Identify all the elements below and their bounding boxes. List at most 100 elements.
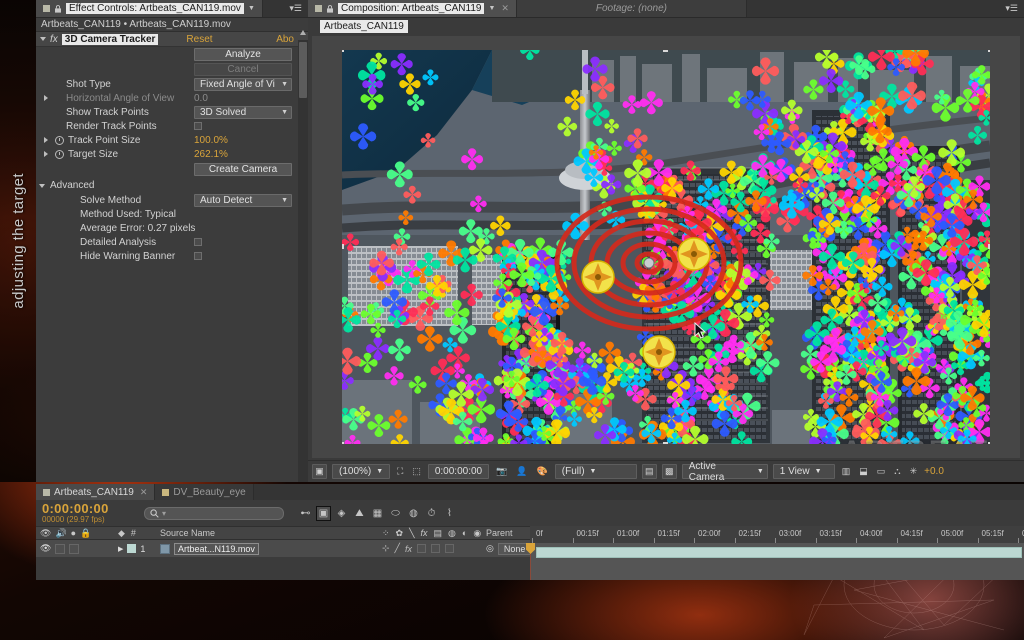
layer-switch-box[interactable] [416, 544, 426, 553]
toggle-mask-paths-icon[interactable]: ⬚ [410, 464, 423, 479]
parent-pickwhip-icon[interactable]: ◎ [486, 543, 494, 554]
disclosure-triangle-icon[interactable] [44, 95, 48, 101]
panel-menu-icon[interactable]: ▾☰ [999, 0, 1024, 17]
tab-timeline-artbeats[interactable]: Artbeats_CAN119 ✕ [36, 484, 156, 500]
comp-flowchart-icon[interactable]: ⛬ [892, 464, 902, 479]
layer-video-toggle[interactable]: 👁 [40, 543, 51, 554]
layer-solo-toggle[interactable] [69, 543, 80, 554]
selection-handle[interactable] [342, 244, 344, 249]
lock-switch-icon[interactable]: 🔒 [80, 528, 91, 539]
track-point-size-value[interactable]: 100.0% [194, 135, 228, 146]
disclosure-triangle-icon[interactable] [44, 151, 48, 157]
layer-switch-box[interactable] [444, 544, 454, 553]
timeline-graph-area[interactable] [526, 543, 1024, 580]
show-snapshot-icon[interactable]: 👤 [514, 464, 529, 479]
tab-composition[interactable]: Composition: Artbeats_CAN119 ▼ ✕ [308, 0, 517, 17]
selection-handle[interactable] [663, 442, 668, 444]
always-preview-icon[interactable]: ▣ [312, 464, 327, 479]
timeline-current-time[interactable]: 0:00:00:00 [42, 502, 138, 515]
create-camera-button[interactable]: Create Camera [194, 162, 292, 176]
toggle-pixel-aspect-icon[interactable]: ▩ [661, 464, 677, 479]
close-icon[interactable]: ✕ [140, 487, 148, 498]
selection-handle[interactable] [988, 442, 990, 444]
view-layout-dropdown[interactable]: 1 View ▼ [772, 464, 835, 479]
toggle-transparency-grid-icon[interactable]: ▤ [641, 464, 657, 479]
magnification-dropdown[interactable]: (100%) ▼ [332, 464, 390, 479]
lock-icon[interactable] [326, 4, 334, 13]
layer-effects-icon[interactable]: ╱ [395, 543, 400, 554]
about-link[interactable]: Abo [276, 34, 294, 45]
disclosure-triangle-icon[interactable] [39, 183, 45, 188]
live-update-icon[interactable]: ▣ [316, 505, 331, 521]
reset-link[interactable]: Reset [186, 34, 212, 45]
advanced-group-header[interactable]: Advanced [36, 177, 308, 193]
chevron-down-icon[interactable]: ▼ [248, 5, 255, 12]
frame-blending-icon[interactable]: ▦ [370, 506, 385, 521]
layer-switch-box[interactable] [430, 544, 440, 553]
disclosure-triangle-icon[interactable] [40, 37, 46, 41]
scroll-up-arrow-icon[interactable] [300, 30, 306, 35]
layer-audio-toggle[interactable] [55, 543, 66, 554]
render-track-points-checkbox[interactable] [194, 122, 202, 130]
show-track-points-dropdown[interactable]: 3D Solved ▼ [194, 105, 292, 119]
layer-quality-icon[interactable]: ⊹ [382, 543, 390, 554]
layer-fx-icon[interactable]: fx [405, 544, 412, 554]
panel-menu-icon[interactable]: ▾☰ [283, 0, 308, 17]
motion-blur-icon[interactable]: ⬭ [388, 506, 403, 521]
selection-handle[interactable] [342, 442, 344, 444]
solve-method-dropdown[interactable]: Auto Detect ▼ [194, 193, 292, 207]
adjustment-layer-icon[interactable]: ◐ [462, 528, 467, 538]
selection-handle[interactable] [988, 50, 990, 52]
camera-view-dropdown[interactable]: Active Camera ▼ [681, 461, 768, 483]
exposure-value[interactable]: +0.0 [924, 466, 944, 477]
audio-switch-icon[interactable]: 🔊 [55, 528, 66, 539]
hide-shy-layers-icon[interactable]: ⛰ [352, 506, 367, 521]
current-time-display[interactable]: 0:00:00:00 [427, 464, 490, 479]
detailed-analysis-checkbox[interactable] [194, 238, 202, 246]
fast-previews-icon[interactable]: ⬓ [857, 464, 870, 479]
pixel-aspect-correction-icon[interactable]: ▥ [840, 464, 853, 479]
resolution-dropdown[interactable]: (Full) ▼ [554, 464, 637, 479]
tab-timeline-dv-beauty-eye[interactable]: DV_Beauty_eye [155, 484, 254, 500]
chevron-down-icon[interactable]: ▼ [488, 5, 495, 12]
analyze-button[interactable]: Analyze [194, 48, 292, 61]
lock-icon[interactable] [54, 4, 62, 13]
layer-disclosure-icon[interactable]: ▶ [118, 545, 123, 553]
target-size-value[interactable]: 262.1% [194, 149, 228, 160]
three-d-layer-icon[interactable]: ◉ [473, 528, 481, 539]
selection-handle[interactable] [988, 244, 990, 249]
draft-3d-icon[interactable]: ◈ [334, 506, 349, 521]
composition-viewer-area[interactable]: ARTBEATS [312, 36, 1020, 458]
stopwatch-icon[interactable] [55, 135, 64, 145]
current-time-indicator[interactable] [526, 543, 535, 580]
brainstorm-icon[interactable]: ◍ [406, 506, 421, 521]
search-input[interactable]: ▾ [144, 506, 284, 520]
graph-editor-icon[interactable]: ⌇ [442, 506, 457, 521]
selection-handle[interactable] [342, 50, 344, 52]
layer-name[interactable]: Artbeat...N119.mov [174, 542, 259, 555]
tab-footage[interactable]: Footage: (none) [516, 0, 747, 17]
tab-effect-controls[interactable]: Effect Controls: Artbeats_CAN119.mov ▼ [36, 0, 263, 17]
auto-keyframe-icon[interactable]: ⏱ [424, 506, 439, 521]
horizontal-angle-value[interactable]: 0.0 [194, 93, 208, 104]
hide-warning-banner-checkbox[interactable] [194, 252, 202, 260]
timeline-ruler[interactable]: 0f 00:15f 01:00f 01:15f 02:00f 02:15f 03:00f 03… [530, 526, 1024, 543]
effects-icon[interactable]: ╲ [409, 528, 414, 539]
close-icon[interactable]: ✕ [501, 3, 509, 14]
disclosure-triangle-icon[interactable] [44, 137, 48, 143]
timeline-flyout-icon[interactable]: ▭ [875, 464, 888, 479]
show-channel-icon[interactable]: 🎨 [535, 464, 550, 479]
selection-handle[interactable] [663, 50, 668, 52]
region-of-interest-icon[interactable]: ⛶ [395, 464, 405, 479]
layer-duration-bar[interactable] [536, 547, 1022, 558]
composition-viewer[interactable]: ARTBEATS [342, 50, 990, 444]
shot-type-dropdown[interactable]: Fixed Angle of Vi ▼ [194, 77, 292, 91]
video-switch-icon[interactable]: 👁 [40, 528, 51, 539]
quality-icon[interactable]: ✿ [396, 528, 404, 539]
frame-blend-icon[interactable]: ▤ [434, 528, 443, 539]
effect-header-3d-camera-tracker[interactable]: fx 3D Camera Tracker Reset Abo [36, 32, 308, 47]
label-color-icon[interactable]: ◆ [118, 528, 125, 539]
selected-track-points[interactable] [342, 50, 990, 444]
fx-column-icon[interactable]: fx [421, 528, 428, 538]
motion-blur-column-icon[interactable]: ◍ [448, 528, 456, 539]
